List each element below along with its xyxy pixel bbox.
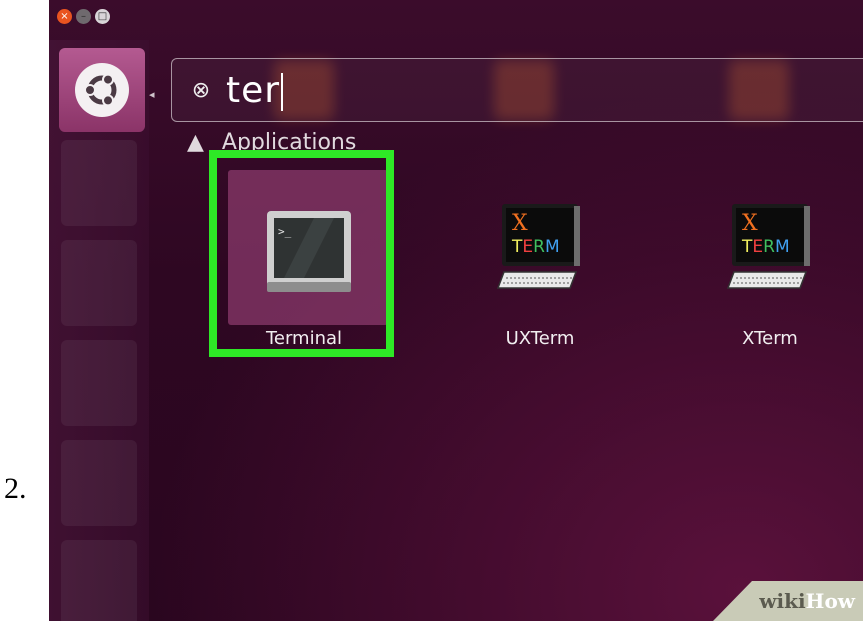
section-expand-icon: ▲ <box>187 130 204 155</box>
launcher-active-arrow-icon: ◂ <box>149 88 155 101</box>
app-label: UXTerm <box>505 328 575 349</box>
minimize-window-button[interactable]: – <box>76 9 91 24</box>
svg-text:TERM: TERM <box>511 237 560 257</box>
app-xterm[interactable]: X TERM XTerm <box>690 170 850 349</box>
xterm-monitor-icon: X TERM <box>496 204 580 289</box>
launcher-item[interactable] <box>61 440 137 526</box>
app-label: XTerm <box>742 328 798 349</box>
svg-text:TERM: TERM <box>741 237 790 257</box>
svg-text:X: X <box>742 211 758 236</box>
watermark-text: How <box>805 589 855 613</box>
ubuntu-dash-screen: × – □ ◂ ⊗ ter ▲ Applications >_ Terminal… <box>49 0 863 621</box>
launcher-item[interactable] <box>61 340 137 426</box>
launcher-item[interactable] <box>61 240 137 326</box>
dash-search-bar[interactable]: ⊗ ter <box>171 58 863 122</box>
svg-text:X: X <box>512 211 528 236</box>
ubuntu-logo-icon <box>75 63 129 117</box>
launcher-item[interactable] <box>61 140 137 226</box>
wikihow-watermark: wiki How <box>713 581 863 621</box>
xterm-monitor-icon: X TERM <box>726 204 810 289</box>
search-input[interactable]: ter <box>226 69 284 111</box>
app-uxterm[interactable]: X TERM UXTerm <box>460 170 620 349</box>
step-number: 2. <box>4 472 27 505</box>
highlight-box <box>209 150 394 357</box>
text-caret <box>281 72 284 111</box>
window-controls: × – □ <box>57 9 110 24</box>
maximize-window-button[interactable]: □ <box>95 9 110 24</box>
search-query: ter <box>226 69 281 111</box>
launcher-item[interactable] <box>61 540 137 621</box>
watermark-text: wiki <box>759 589 806 613</box>
close-window-button[interactable]: × <box>57 9 72 24</box>
clear-search-icon[interactable]: ⊗ <box>188 78 214 103</box>
dash-home-button[interactable] <box>59 48 145 132</box>
